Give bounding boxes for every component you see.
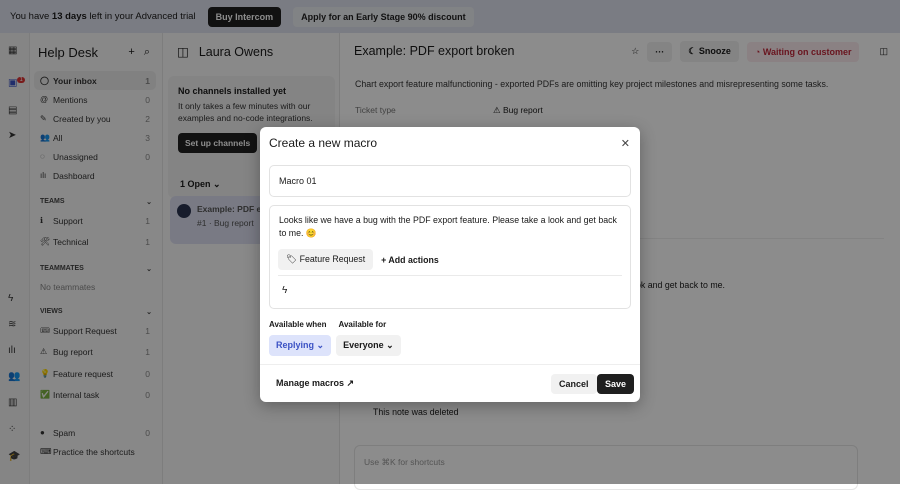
available-for-select[interactable]: Everyone ⌄ [336, 335, 401, 356]
create-macro-dialog: Create a new macro ✕ Macro 01 Looks like… [260, 127, 640, 402]
feature-request-tag-action[interactable]: 🏷 Feature Request [278, 249, 374, 270]
macro-name-input[interactable]: Macro 01 [269, 165, 631, 197]
divider [278, 275, 622, 276]
select-value: Replying [276, 340, 315, 350]
macro-body-text[interactable]: Looks like we have a bug with the PDF ex… [270, 206, 630, 239]
cancel-button[interactable]: Cancel [551, 374, 597, 394]
select-value: Everyone [343, 340, 384, 350]
tag-label: Feature Request [299, 254, 366, 264]
available-when-label: Available when [269, 320, 327, 329]
dialog-footer-divider [260, 364, 640, 365]
save-button[interactable]: Save [597, 374, 635, 394]
bolt-icon[interactable]: ϟ [282, 285, 287, 296]
available-for-label: Available for [338, 320, 387, 329]
dialog-title: Create a new macro [269, 136, 378, 150]
close-icon[interactable]: ✕ [621, 137, 630, 150]
available-when-select[interactable]: Replying ⌄ [269, 335, 332, 356]
manage-macros-link[interactable]: Manage macros ↗ [276, 378, 354, 389]
macro-body-editor[interactable]: Looks like we have a bug with the PDF ex… [269, 205, 631, 309]
add-actions-button[interactable]: + Add actions [381, 255, 439, 265]
